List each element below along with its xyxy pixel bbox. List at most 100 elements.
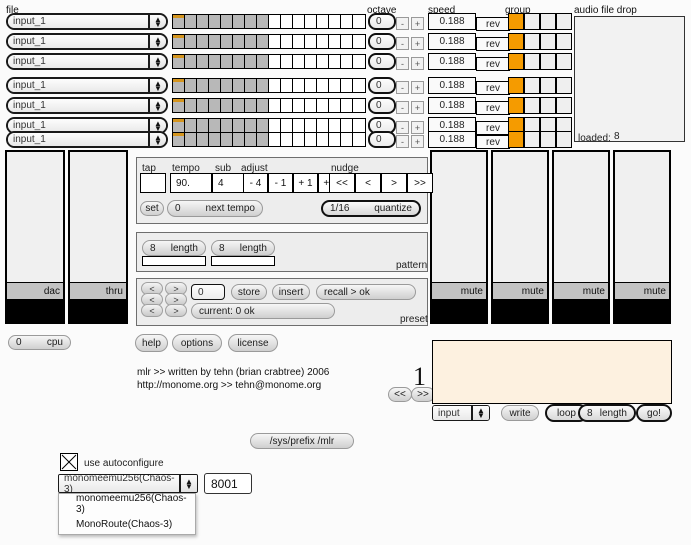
track-1-speed-field[interactable]: 0.188 — [428, 13, 476, 30]
track-4-group-3[interactable] — [540, 77, 556, 94]
track-2-step-15[interactable] — [341, 35, 354, 48]
track-4-step-11[interactable] — [293, 79, 306, 92]
track-3-step-3[interactable] — [197, 55, 210, 68]
track-4-group-1[interactable] — [508, 77, 524, 94]
track-1-group-4[interactable] — [556, 13, 572, 30]
track-4-octave-field[interactable]: 0 — [368, 77, 396, 94]
help-button[interactable]: help — [135, 334, 168, 352]
track-7-reverse-button[interactable]: rev — [476, 135, 510, 149]
track-3-step-6[interactable] — [233, 55, 246, 68]
track-6-step-2[interactable] — [185, 119, 198, 132]
track-4-step-14[interactable] — [329, 79, 342, 92]
license-button[interactable]: license — [228, 334, 278, 352]
track-1-step-13[interactable] — [317, 15, 330, 28]
track-6-step-4[interactable] — [209, 119, 222, 132]
track-7-step-1[interactable] — [173, 133, 186, 146]
track-2-step-2[interactable] — [185, 35, 198, 48]
track-6-step-12[interactable] — [305, 119, 318, 132]
track-2-file-select[interactable]: input_1 ▲ ▼ — [6, 33, 168, 50]
port-field[interactable]: 8001 — [204, 473, 252, 494]
track-1-step-1[interactable] — [173, 15, 186, 28]
track-5-octave-up-button[interactable]: + — [411, 101, 424, 114]
track-4-step-13[interactable] — [317, 79, 330, 92]
track-2-octave-down-button[interactable]: - — [396, 37, 409, 50]
track-1-step-12[interactable] — [305, 15, 318, 28]
track-1-step-9[interactable] — [269, 15, 282, 28]
preset-next-button-3[interactable]: > — [165, 304, 187, 317]
track-3-step-14[interactable] — [329, 55, 342, 68]
track-7-step-16[interactable] — [353, 133, 365, 146]
track-5-file-select[interactable]: input_1 ▲ ▼ — [6, 97, 168, 114]
track-6-step-grid[interactable] — [172, 118, 366, 133]
record-input-select[interactable]: input ▲ ▼ — [432, 405, 490, 421]
track-3-reverse-button[interactable]: rev — [476, 57, 510, 71]
track-3-file-select[interactable]: input_1 ▲ ▼ — [6, 53, 168, 70]
track-2-step-9[interactable] — [269, 35, 282, 48]
track-5-step-13[interactable] — [317, 99, 330, 112]
preset-number-field[interactable]: 0 — [191, 284, 225, 300]
track-5-group-3[interactable] — [540, 97, 556, 114]
track-4-step-6[interactable] — [233, 79, 246, 92]
track-7-step-13[interactable] — [317, 133, 330, 146]
track-1-step-7[interactable] — [245, 15, 258, 28]
quantize-field[interactable]: 1/16 quantize — [321, 200, 421, 217]
track-3-step-4[interactable] — [209, 55, 222, 68]
track-2-octave-field[interactable]: 0 — [368, 33, 396, 50]
track-6-step-8[interactable] — [257, 119, 270, 132]
pattern-slot-2-length[interactable]: 8 length — [211, 240, 275, 256]
slider-thru[interactable]: thru — [68, 150, 128, 324]
track-2-step-6[interactable] — [233, 35, 246, 48]
track-6-step-11[interactable] — [293, 119, 306, 132]
track-7-step-3[interactable] — [197, 133, 210, 146]
track-4-group-4[interactable] — [556, 77, 572, 94]
track-2-step-11[interactable] — [293, 35, 306, 48]
slider-mute-4[interactable]: mute — [613, 150, 671, 324]
track-2-step-4[interactable] — [209, 35, 222, 48]
track-7-step-10[interactable] — [281, 133, 294, 146]
track-5-step-12[interactable] — [305, 99, 318, 112]
record-length-field[interactable]: 8 length — [578, 404, 636, 422]
track-7-step-6[interactable] — [233, 133, 246, 146]
track-2-group-3[interactable] — [540, 33, 556, 50]
track-5-group-2[interactable] — [524, 97, 540, 114]
track-7-step-7[interactable] — [245, 133, 258, 146]
track-2-octave-up-button[interactable]: + — [411, 37, 424, 50]
pattern-slot-1-bar[interactable] — [142, 256, 206, 266]
track-2-step-8[interactable] — [257, 35, 270, 48]
track-7-octave-field[interactable]: 0 — [368, 131, 396, 148]
track-3-group-4[interactable] — [556, 53, 572, 70]
track-6-octave-up-button[interactable]: + — [411, 121, 424, 134]
track-4-step-3[interactable] — [197, 79, 210, 92]
track-4-step-5[interactable] — [221, 79, 234, 92]
track-7-step-15[interactable] — [341, 133, 354, 146]
track-7-step-8[interactable] — [257, 133, 270, 146]
track-7-step-2[interactable] — [185, 133, 198, 146]
track-5-step-5[interactable] — [221, 99, 234, 112]
track-5-octave-down-button[interactable]: - — [396, 101, 409, 114]
track-5-group-4[interactable] — [556, 97, 572, 114]
track-2-step-1[interactable] — [173, 35, 186, 48]
track-3-step-11[interactable] — [293, 55, 306, 68]
track-4-step-10[interactable] — [281, 79, 294, 92]
track-6-step-6[interactable] — [233, 119, 246, 132]
track-5-step-8[interactable] — [257, 99, 270, 112]
track-7-step-4[interactable] — [209, 133, 222, 146]
track-5-step-4[interactable] — [209, 99, 222, 112]
track-5-step-2[interactable] — [185, 99, 198, 112]
track-7-step-9[interactable] — [269, 133, 282, 146]
track-6-step-13[interactable] — [317, 119, 330, 132]
track-7-octave-down-button[interactable]: - — [396, 135, 409, 148]
track-5-step-grid[interactable] — [172, 98, 366, 113]
track-5-step-6[interactable] — [233, 99, 246, 112]
track-7-group-4[interactable] — [556, 131, 572, 148]
track-7-step-12[interactable] — [305, 133, 318, 146]
track-4-speed-field[interactable]: 0.188 — [428, 77, 476, 94]
track-5-step-15[interactable] — [341, 99, 354, 112]
track-3-octave-field[interactable]: 0 — [368, 53, 396, 70]
device-option-0[interactable]: monomeemu256(Chaos-3) — [59, 493, 195, 515]
track-5-step-3[interactable] — [197, 99, 210, 112]
track-1-step-3[interactable] — [197, 15, 210, 28]
track-2-step-7[interactable] — [245, 35, 258, 48]
track-1-step-15[interactable] — [341, 15, 354, 28]
track-7-step-14[interactable] — [329, 133, 342, 146]
